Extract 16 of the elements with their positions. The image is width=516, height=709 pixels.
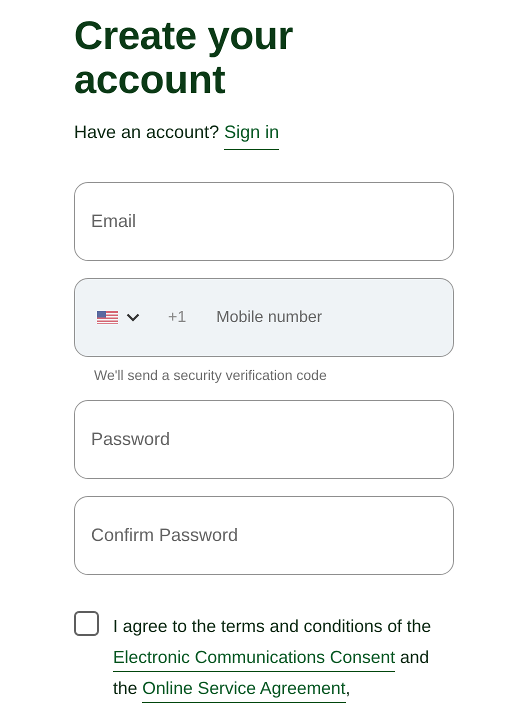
- agreement-link[interactable]: Online Service Agreement: [142, 678, 346, 703]
- email-field[interactable]: Email: [74, 182, 454, 261]
- country-selector[interactable]: [97, 311, 140, 324]
- agreement-link[interactable]: Electronic Communications Consent: [113, 647, 396, 672]
- password-field[interactable]: Password: [74, 400, 454, 479]
- chevron-down-icon: [126, 313, 140, 322]
- page-title: Create your account: [74, 14, 294, 102]
- flag-icon: [97, 311, 118, 324]
- prompt-text: Have an account?: [74, 122, 220, 143]
- agreement-checkbox[interactable]: [74, 611, 99, 636]
- sign-in-link[interactable]: Sign in: [224, 122, 280, 150]
- agreement-text: I agree to the terms and conditions of the Electronic Communications Consent and the Online Service Agreement,: [113, 611, 454, 704]
- hint-text: We'll send a security verification code: [94, 367, 328, 383]
- mobile-number-field[interactable]: Mobile number: [216, 306, 431, 330]
- confirm-password-field[interactable]: Confirm Password: [74, 496, 454, 575]
- country-code: +1: [168, 308, 186, 326]
